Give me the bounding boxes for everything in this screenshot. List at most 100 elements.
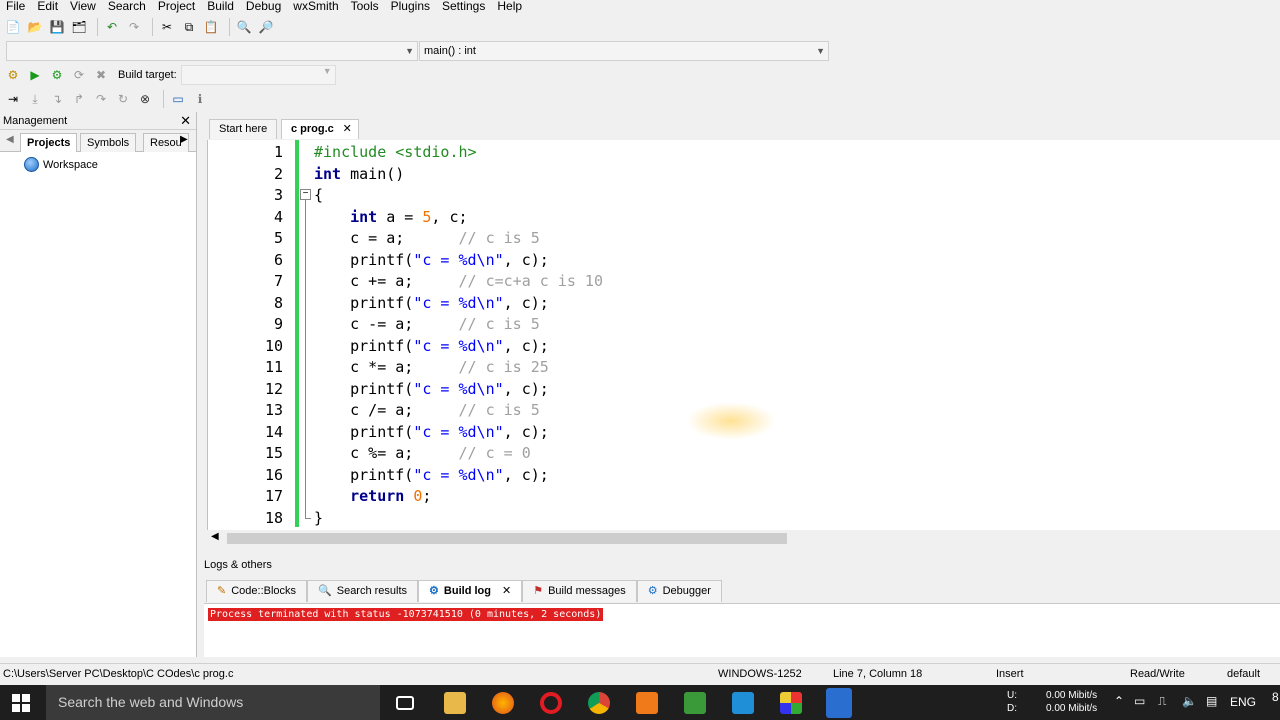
tab-codeblocks-log[interactable]: ✎ Code::Blocks (206, 580, 308, 602)
code-editor[interactable]: 1 2 3 4 5 6 7 8 9 10 11 12 13 14 15 16 17 18 − #include <… (207, 140, 1280, 530)
menu-bar: File Edit View Search Project Build Debug wxSmi… (0, 0, 1280, 14)
tab-scroll-left-icon[interactable]: ◀ (6, 134, 14, 145)
firefox-icon[interactable] (492, 692, 514, 714)
debug-run-to-cursor-icon[interactable]: ⇥ (4, 90, 22, 108)
save-all-icon[interactable]: 🗂 (70, 18, 88, 36)
debug-stop-icon[interactable]: ⊗ (136, 90, 154, 108)
sublime-icon[interactable] (636, 692, 658, 714)
task-view-icon[interactable] (396, 696, 414, 710)
tab-start-here[interactable]: Start here (209, 119, 278, 139)
volume-icon[interactable]: 🔈 (1182, 694, 1197, 708)
tab-build-log[interactable]: ⚙ Build log ✕ (418, 580, 523, 602)
debug-next-line-icon[interactable]: ⤓ (26, 90, 44, 108)
paste-icon[interactable]: 📋 (202, 18, 220, 36)
rebuild-icon[interactable]: ⟳ (70, 66, 88, 84)
scrollbar-thumb[interactable] (227, 533, 787, 544)
code-line[interactable]: printf("c = %d\n", c); (314, 294, 549, 312)
scope-combo[interactable]: ▼ (6, 41, 418, 61)
run-icon[interactable]: ▶ (26, 66, 44, 84)
editor-horizontal-scrollbar[interactable]: ◀ (207, 530, 1280, 547)
network-icon[interactable]: ⎍ (1158, 694, 1166, 709)
debug-step-instruction-icon[interactable]: ↻ (114, 90, 132, 108)
code-line[interactable]: c += a; // c=c+a c is 10 (314, 272, 603, 290)
open-folder-icon[interactable]: 📂 (26, 18, 44, 36)
app-icon[interactable] (732, 692, 754, 714)
code-line[interactable]: { (314, 186, 323, 204)
toolbar-separator (97, 18, 98, 36)
debug-windows-icon[interactable]: ▭ (169, 90, 187, 108)
code-line[interactable]: printf("c = %d\n", c); (314, 337, 549, 355)
find-icon[interactable]: 🔍 (235, 18, 253, 36)
new-file-icon[interactable]: 📄 (4, 18, 22, 36)
tab-scroll-right-icon[interactable]: ▶ (180, 134, 188, 145)
code-line[interactable]: printf("c = %d\n", c); (314, 380, 549, 398)
power-icon[interactable]: ▭ (1134, 694, 1145, 708)
function-combo[interactable]: main() : int ▼ (419, 41, 829, 61)
code-line[interactable]: int a = 5, c; (314, 208, 467, 226)
clock[interactable]: 8 (1272, 690, 1280, 704)
code-line[interactable]: c /= a; // c is 5 (314, 401, 540, 419)
menu-item-build[interactable]: Build (201, 0, 240, 14)
build-run-icon[interactable]: ⚙ (48, 66, 66, 84)
menu-item-plugins[interactable]: Plugins (385, 0, 436, 14)
scroll-left-icon[interactable]: ◀ (211, 531, 219, 542)
taskbar-search-box[interactable]: Search the web and Windows (46, 685, 380, 720)
tab-build-messages[interactable]: ⚑ Build messages (522, 580, 637, 602)
tab-projects[interactable]: Projects (20, 133, 78, 152)
menu-item-search[interactable]: Search (102, 0, 152, 14)
menu-item-project[interactable]: Project (152, 0, 201, 14)
file-explorer-icon[interactable] (444, 692, 466, 714)
code-line[interactable]: c *= a; // c is 25 (314, 358, 549, 376)
code-line[interactable]: c %= a; // c = 0 (314, 444, 531, 462)
fold-collapse-icon[interactable]: − (300, 189, 311, 200)
close-icon[interactable]: ✕ (180, 112, 191, 130)
code-line[interactable]: printf("c = %d\n", c); (314, 466, 549, 484)
menu-item-wxsmith[interactable]: wxSmith (287, 0, 344, 14)
chrome-icon[interactable] (588, 692, 610, 714)
abort-icon[interactable]: ✖ (92, 66, 110, 84)
opera-icon[interactable] (540, 692, 562, 714)
menu-item-tools[interactable]: Tools (345, 0, 385, 14)
net-up-speed: 0.00 Mibit/s (1046, 690, 1098, 701)
codeblocks-icon[interactable] (780, 692, 802, 714)
tab-symbols[interactable]: Symbols (80, 133, 137, 152)
chevron-up-icon[interactable]: ⌃ (1114, 694, 1124, 708)
redo-icon[interactable]: ↷ (125, 18, 143, 36)
code-line[interactable]: } (314, 509, 323, 527)
code-line[interactable]: printf("c = %d\n", c); (314, 251, 549, 269)
code-line[interactable]: int main() (314, 165, 404, 183)
tab-debugger[interactable]: ⚙ Debugger (636, 580, 722, 602)
menu-item-edit[interactable]: Edit (31, 0, 64, 14)
debug-info-icon[interactable]: ℹ (191, 90, 209, 108)
cut-icon[interactable]: ✂ (158, 18, 176, 36)
close-icon[interactable]: ✕ (343, 120, 352, 139)
undo-icon[interactable]: ↶ (103, 18, 121, 36)
workspace-tree-item[interactable]: Workspace (24, 157, 98, 172)
excel-icon[interactable] (684, 692, 706, 714)
notifications-icon[interactable]: ▤ (1206, 694, 1217, 708)
code-line[interactable]: c -= a; // c is 5 (314, 315, 540, 333)
menu-item-view[interactable]: View (64, 0, 102, 14)
close-icon[interactable]: ✕ (502, 581, 511, 602)
debug-step-into-icon[interactable]: ↴ (48, 90, 66, 108)
build-gear-icon[interactable]: ⚙ (4, 66, 22, 84)
menu-item-debug[interactable]: Debug (240, 0, 287, 14)
copy-icon[interactable]: ⧉ (180, 18, 198, 36)
tab-c-prog[interactable]: c prog.c ✕ (281, 119, 359, 139)
debug-next-instruction-icon[interactable]: ↷ (92, 90, 110, 108)
menu-item-settings[interactable]: Settings (436, 0, 491, 14)
menu-item-help[interactable]: Help (491, 0, 528, 14)
code-line[interactable]: #include <stdio.h> (314, 143, 477, 161)
menu-item-file[interactable]: File (0, 0, 31, 14)
code-line[interactable]: return 0; (314, 487, 431, 505)
tab-search-results[interactable]: 🔍 Search results (307, 580, 419, 602)
windows-start-icon[interactable] (12, 694, 30, 712)
code-line[interactable]: c = a; // c is 5 (314, 229, 540, 247)
build-target-combo[interactable]: ▼ (180, 65, 336, 85)
save-icon[interactable]: 💾 (48, 18, 66, 36)
active-app-icon[interactable] (826, 688, 852, 718)
code-line[interactable]: printf("c = %d\n", c); (314, 423, 549, 441)
language-indicator[interactable]: ENG (1230, 695, 1256, 709)
replace-icon[interactable]: 🔎 (257, 18, 275, 36)
debug-step-out-icon[interactable]: ↱ (70, 90, 88, 108)
